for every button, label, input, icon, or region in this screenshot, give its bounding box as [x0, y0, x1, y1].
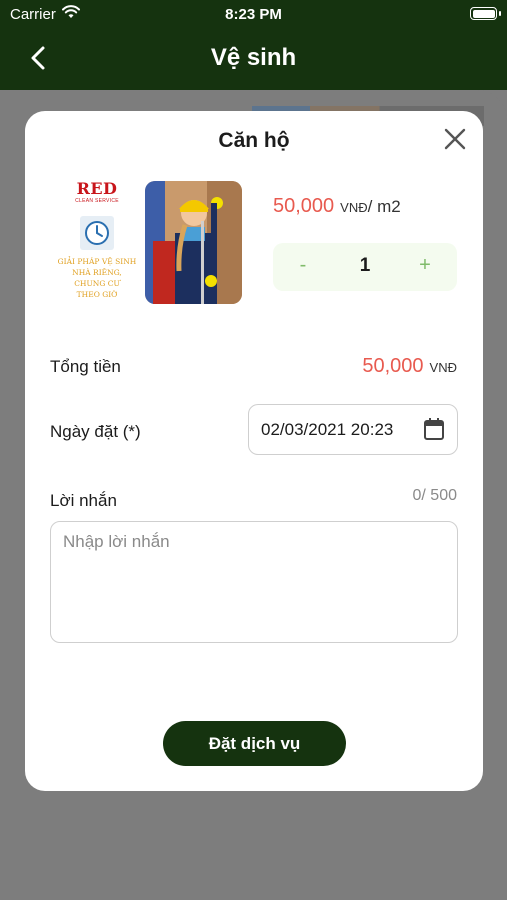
total-label: Tổng tiền — [50, 357, 121, 376]
unit-price: 50,000 VNĐ/ m2 — [273, 195, 401, 218]
decrement-button[interactable]: - — [293, 254, 313, 277]
service-modal: Căn hộ RED CLEAN SERVICE GIẢI PHÁP VỆ SI… — [25, 111, 483, 791]
modal-title: Căn hộ — [218, 129, 290, 152]
increment-button[interactable]: + — [415, 254, 435, 277]
price-currency: VNĐ — [340, 200, 368, 215]
cleaner-photo — [145, 181, 242, 304]
promo-tagline-1: GIẢI PHÁP VỆ SINH — [57, 257, 137, 266]
close-icon[interactable] — [443, 127, 467, 151]
quantity-value: 1 — [359, 255, 371, 276]
total-price: 50,000 VNĐ — [362, 355, 457, 378]
clock-icon — [80, 216, 114, 250]
total-currency: VNĐ — [429, 360, 457, 375]
book-service-button[interactable]: Đặt dịch vụ — [163, 721, 346, 766]
promo-tagline-3: CHUNG CƯ — [74, 279, 120, 288]
promo-tagline-2: NHÀ RIÊNG, — [72, 268, 122, 277]
message-label: Lời nhắn — [50, 491, 117, 510]
service-promo-image: RED CLEAN SERVICE GIẢI PHÁP VỆ SINH NHÀ … — [53, 178, 141, 304]
message-char-counter: 0/ 500 — [412, 487, 457, 504]
status-time: 8:23 PM — [225, 6, 282, 23]
quantity-stepper: - 1 + — [273, 243, 457, 291]
battery-icon — [470, 7, 501, 20]
promo-tagline-4: THEO GIỜ — [76, 290, 118, 299]
total-amount: 50,000 — [362, 355, 424, 377]
promo-brand: RED — [76, 179, 118, 198]
message-input[interactable] — [50, 521, 458, 643]
date-value: 02/03/2021 20:23 — [261, 420, 394, 439]
promo-brand-sub: CLEAN SERVICE — [75, 198, 119, 204]
calendar-icon — [424, 418, 444, 440]
nav-bar: Vệ sinh — [0, 30, 507, 90]
date-label: Ngày đặt (*) — [50, 422, 141, 441]
price-unit: / m2 — [367, 197, 401, 216]
status-bar: Carrier 8:23 PM — [0, 0, 507, 30]
date-picker[interactable]: 02/03/2021 20:23 — [248, 404, 458, 455]
page-title: Vệ sinh — [210, 44, 297, 71]
price-amount: 50,000 — [273, 195, 335, 217]
